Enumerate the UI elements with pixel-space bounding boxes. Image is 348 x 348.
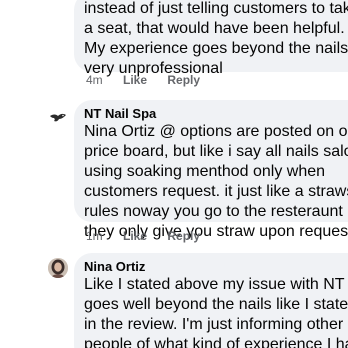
- comment-text-line: My experience goes beyond the nails..: [84, 40, 348, 57]
- comment-text-line: people of what kind of experience I had: [84, 336, 348, 348]
- avatar[interactable]: [48, 107, 68, 127]
- comment-text-line: Like I stated above my issue with NT: [84, 276, 345, 293]
- profile-photo-icon: [48, 258, 68, 278]
- bird-logo-icon: [48, 107, 68, 127]
- comment-actions: 4m Like Reply: [86, 73, 200, 87]
- comment-text-line: instead of just telling customers to tak…: [84, 0, 348, 17]
- comment-text-line: Nina Ortiz @ options are posted on our: [84, 123, 348, 140]
- comment-text-line: rules noway you go to the resteraunt: [84, 203, 343, 220]
- comment-text-line: price board, but like i say all nails sa…: [84, 143, 348, 160]
- comment-timestamp: 1m: [86, 229, 103, 243]
- reply-button[interactable]: Reply: [167, 73, 200, 87]
- comment-timestamp: 4m: [86, 73, 103, 87]
- avatar[interactable]: [48, 258, 68, 278]
- comment-bubble: NT Nail Spa Nina Ortiz @ options are pos…: [74, 100, 348, 240]
- comment-author[interactable]: Nina Ortiz: [84, 259, 348, 275]
- comment-author[interactable]: NT Nail Spa: [84, 106, 348, 122]
- comment-text-line: using soaking menthod only when: [84, 163, 326, 180]
- comment-actions: 1m Like Reply: [86, 229, 200, 243]
- comment-text-line: a seat, that would have been helpful.: [84, 20, 345, 37]
- like-button[interactable]: Like: [123, 73, 147, 87]
- comment-bubble: instead of just telling customers to tak…: [74, 0, 348, 77]
- comment-text-line: in the review. I'm just informing other: [84, 316, 344, 333]
- like-button[interactable]: Like: [123, 229, 147, 243]
- comment-text-line: goes well beyond the nails like I stated: [84, 296, 348, 313]
- reply-button[interactable]: Reply: [167, 229, 200, 243]
- comment-bubble: Nina Ortiz Like I stated above my issue …: [74, 253, 348, 348]
- comment-text-line: customers request. it just like a straws: [84, 183, 348, 200]
- comment-thread: instead of just telling customers to tak…: [0, 0, 348, 348]
